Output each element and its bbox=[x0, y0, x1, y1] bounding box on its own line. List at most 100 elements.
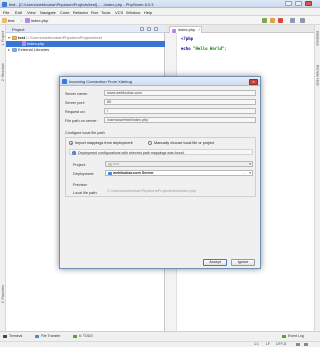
todo-icon bbox=[73, 334, 77, 338]
close-tab-icon[interactable]: × bbox=[198, 27, 200, 33]
menu-tools[interactable]: Tools bbox=[101, 10, 110, 15]
editor-tab-label: index.php bbox=[178, 27, 196, 32]
file-path-field[interactable]: /var/www/html/index.php bbox=[104, 117, 256, 123]
project-select: test ▾ bbox=[105, 161, 253, 167]
inspector-icon[interactable] bbox=[304, 343, 308, 346]
lock-icon[interactable] bbox=[296, 343, 300, 346]
manual-choose-label[interactable]: Manually choose local file or project bbox=[154, 141, 214, 145]
preview-label: Preview: bbox=[73, 183, 88, 187]
todo-tab[interactable]: 6: TODO bbox=[79, 334, 93, 338]
tree-external-row[interactable]: ▸ External Libraries bbox=[8, 47, 163, 53]
breadcrumb-file[interactable]: index.php bbox=[31, 18, 48, 23]
file-transfer-tab[interactable]: File Transfer bbox=[41, 334, 60, 338]
sync-icon[interactable] bbox=[140, 27, 144, 31]
settings-icon[interactable] bbox=[290, 18, 295, 23]
gear-icon[interactable] bbox=[147, 27, 151, 31]
php-file-icon bbox=[172, 28, 176, 33]
help-icon[interactable] bbox=[300, 18, 305, 23]
configure-group bbox=[65, 137, 256, 197]
menu-view[interactable]: View bbox=[27, 10, 36, 15]
menu-edit[interactable]: Edit bbox=[15, 10, 22, 15]
listen-debug-icon[interactable] bbox=[278, 18, 283, 23]
dialog-titlebar: Incoming Connection From Xdebug × bbox=[60, 77, 260, 86]
tool-tab-structure[interactable]: 2: Structure bbox=[1, 63, 5, 81]
navigation-toolbar: test › index.php bbox=[0, 16, 320, 25]
code-line-1: <?php bbox=[181, 36, 193, 41]
info-icon: i bbox=[72, 150, 76, 155]
tool-tab-project[interactable]: 1: Project bbox=[1, 31, 5, 46]
chevron-down-icon[interactable]: ▾ bbox=[249, 171, 251, 176]
request-uri-field[interactable]: / bbox=[104, 108, 256, 114]
menu-file[interactable]: File bbox=[3, 10, 9, 15]
import-mappings-radio[interactable] bbox=[69, 141, 73, 145]
php-open-tag: <?php bbox=[181, 36, 194, 41]
deployment-label: Deployment: bbox=[73, 172, 95, 176]
dialog-close-button[interactable]: × bbox=[249, 78, 258, 85]
tree-external-name: External Libraries bbox=[18, 47, 50, 52]
xdebug-connection-dialog: Incoming Connection From Xdebug × Server… bbox=[59, 76, 261, 269]
editor-tab-bar: index.php × bbox=[165, 25, 314, 33]
folder-icon bbox=[2, 18, 7, 23]
menu-refactor[interactable]: Refactor bbox=[73, 10, 88, 15]
server-port-label: Server port: bbox=[65, 101, 85, 105]
ignore-button[interactable]: Ignore bbox=[231, 259, 255, 266]
menu-bar: File Edit View Navigate Code Refactor Ru… bbox=[0, 8, 320, 16]
code-line-2: echo "Hello World"; bbox=[181, 46, 227, 51]
tree-file-name: index.php bbox=[27, 41, 45, 46]
project-panel-header: Project bbox=[6, 25, 165, 33]
file-encoding[interactable]: UTF-8 bbox=[276, 342, 286, 346]
server-port-field[interactable]: 80 bbox=[104, 99, 256, 105]
editor-tab-index[interactable]: index.php × bbox=[169, 26, 203, 33]
line-separator[interactable]: LF bbox=[266, 342, 270, 346]
breadcrumb-separator: › bbox=[21, 18, 23, 23]
browse-icon[interactable]: … bbox=[243, 171, 247, 176]
accept-button[interactable]: Accept bbox=[203, 259, 227, 266]
status-line bbox=[0, 341, 320, 347]
semicolon: ; bbox=[224, 46, 227, 51]
run-icon[interactable] bbox=[262, 18, 267, 23]
minimize-button[interactable] bbox=[285, 1, 292, 6]
project-panel-title[interactable]: Project bbox=[12, 27, 24, 32]
server-name-field[interactable]: www.webfoobar.com bbox=[104, 90, 256, 96]
terminal-icon bbox=[3, 334, 7, 338]
library-icon bbox=[12, 47, 17, 52]
project-select-value: test bbox=[113, 162, 120, 166]
menu-window[interactable]: Window bbox=[126, 10, 140, 15]
debug-icon[interactable] bbox=[270, 18, 275, 23]
import-mappings-label[interactable]: Import mappings from deployment bbox=[75, 141, 133, 145]
window-title: test - [C:\Users\webfoobar\PhpstormProje… bbox=[9, 1, 154, 7]
tree-root-path: C:\Users\webfoobar\PhpstormProjects\test bbox=[26, 35, 102, 40]
file-path-label: File path on server: bbox=[65, 119, 98, 123]
menu-vcs[interactable]: VCS bbox=[115, 10, 123, 15]
chevron-down-icon: ▾ bbox=[249, 162, 251, 166]
server-name-label: Server name: bbox=[65, 92, 88, 96]
menu-help[interactable]: Help bbox=[144, 10, 152, 15]
deployment-select[interactable]: webfoobar.com Server … ▾ bbox=[105, 170, 253, 176]
php-file-icon bbox=[25, 18, 30, 23]
project-label: Project: bbox=[73, 163, 86, 167]
terminal-tab[interactable]: Terminal bbox=[9, 334, 22, 338]
local-file-path-value: C:\Users\webfoobar\PhpstormProjects\test… bbox=[107, 189, 197, 193]
close-window-button[interactable] bbox=[305, 1, 312, 6]
breadcrumb-project[interactable]: test bbox=[8, 18, 14, 23]
caret-position[interactable]: 1:1 bbox=[254, 342, 259, 346]
phpstorm-icon bbox=[2, 1, 7, 7]
event-log-tab[interactable]: Event Log bbox=[288, 334, 304, 338]
deployment-select-value: webfoobar.com Server bbox=[113, 171, 154, 175]
folder-icon bbox=[12, 35, 17, 40]
tool-tab-database[interactable]: Database bbox=[316, 31, 320, 46]
tree-root-name: test bbox=[18, 35, 26, 40]
project-icon bbox=[107, 162, 112, 166]
hide-icon[interactable] bbox=[154, 27, 158, 31]
menu-navigate[interactable]: Navigate bbox=[40, 10, 56, 15]
manual-choose-radio[interactable] bbox=[148, 141, 152, 145]
server-icon bbox=[107, 171, 112, 175]
right-tool-strip: Database Remote Host bbox=[314, 25, 320, 331]
tool-tab-favorites[interactable]: 2: Favorites bbox=[1, 285, 5, 303]
tool-tab-remote-host[interactable]: Remote Host bbox=[316, 65, 320, 85]
event-log-icon bbox=[282, 334, 286, 338]
echo-keyword: echo bbox=[181, 46, 191, 51]
maximize-button[interactable] bbox=[295, 1, 302, 6]
menu-code[interactable]: Code bbox=[60, 10, 70, 15]
menu-run[interactable]: Run bbox=[91, 10, 98, 15]
